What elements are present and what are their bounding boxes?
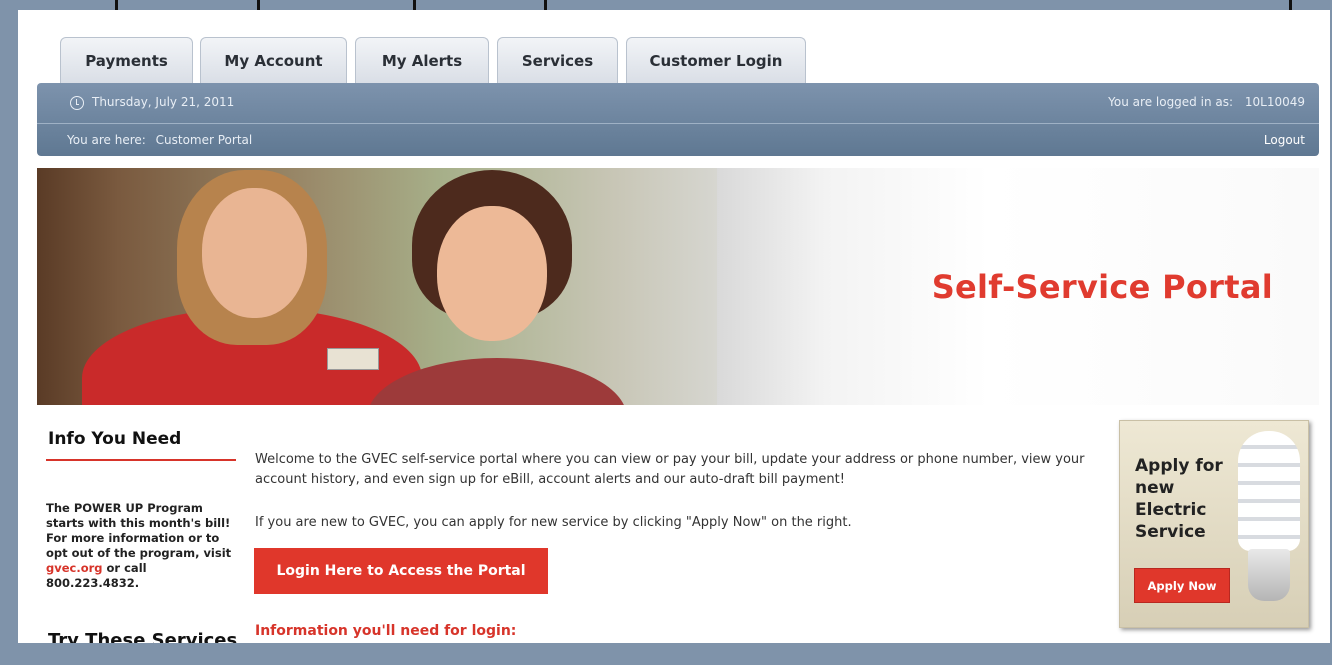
bulb-base-icon <box>1248 549 1290 601</box>
welcome-text: Welcome to the GVEC self-service portal … <box>255 452 1085 487</box>
info-heading: Info You Need <box>48 429 182 449</box>
info-divider <box>46 459 236 461</box>
photo-name-badge <box>327 348 379 370</box>
try-services-heading: Try These Services <box>48 630 238 643</box>
staff-photo <box>37 168 717 405</box>
gvec-link[interactable]: gvec.org <box>46 561 103 575</box>
apply-now-button[interactable]: Apply Now <box>1134 568 1230 603</box>
tab-payments[interactable]: Payments <box>60 37 193 84</box>
new-service-text: If you are new to GVEC, you can apply fo… <box>255 515 852 530</box>
logout-link[interactable]: Logout <box>1264 133 1305 147</box>
banner-title-area: Self-Service Portal <box>717 168 1319 405</box>
light-bulb-icon <box>1238 431 1300 551</box>
clock-icon <box>70 96 84 110</box>
breadcrumb-label: You are here: <box>67 133 146 147</box>
photo-person-1-face <box>202 188 307 318</box>
portal-title: Self-Service Portal <box>931 268 1273 306</box>
logged-in-label: You are logged in as: <box>1108 95 1234 109</box>
photo-person-2-face <box>437 206 547 341</box>
breadcrumb-text: You are here: Customer Portal <box>67 133 252 147</box>
portal-page: Payments My Account My Alerts Services C… <box>18 10 1330 643</box>
current-date: Thursday, July 21, 2011 <box>92 95 235 109</box>
power-up-promo: The POWER UP Program starts with this mo… <box>46 501 234 591</box>
promo-text-1: The POWER UP Program starts with this mo… <box>46 501 232 560</box>
account-id: 10L10049 <box>1244 95 1305 109</box>
tab-services[interactable]: Services <box>497 37 618 84</box>
logged-in-info: You are logged in as: 10L10049 <box>1100 95 1305 109</box>
header-info-row: Thursday, July 21, 2011 You are logged i… <box>37 83 1319 124</box>
breadcrumb: You are here: Customer Portal Logout <box>37 124 1319 156</box>
header-bar: Thursday, July 21, 2011 You are logged i… <box>37 83 1319 156</box>
login-portal-button[interactable]: Login Here to Access the Portal <box>254 548 548 594</box>
ad-title: Apply for new Electric Service <box>1135 456 1223 542</box>
tab-customer-login[interactable]: Customer Login <box>626 37 806 84</box>
breadcrumb-current: Customer Portal <box>155 133 253 147</box>
login-info-heading: Information you'll need for login: <box>255 623 517 639</box>
hero-banner: Self-Service Portal <box>37 168 1319 405</box>
apply-service-ad: Apply for new Electric Service Apply Now <box>1119 420 1309 628</box>
tab-my-account[interactable]: My Account <box>200 37 347 84</box>
tab-my-alerts[interactable]: My Alerts <box>355 37 489 84</box>
